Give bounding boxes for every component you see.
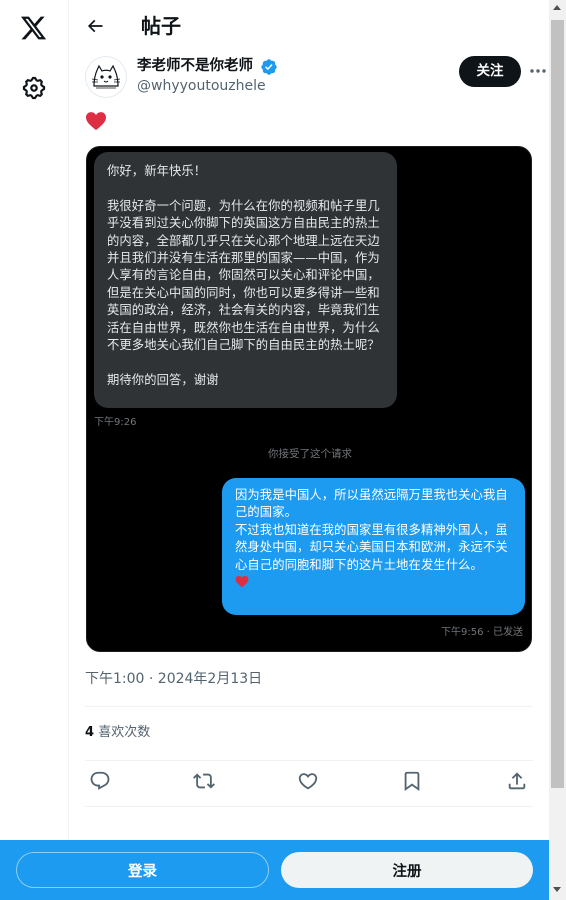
received-message-bubble: 你好，新年快乐！ 我很好奇一个问题，为什么在你的视频和帖子里几乎没看到过关心你脚…: [94, 152, 397, 408]
page-header: 帖子: [69, 0, 549, 52]
likes-label: 喜欢次数: [98, 725, 151, 740]
bookmark-icon[interactable]: [401, 770, 423, 792]
login-button[interactable]: 登录: [16, 852, 269, 888]
follow-button[interactable]: 关注: [459, 56, 521, 87]
action-bar: [69, 770, 549, 798]
likes-count: 4: [85, 725, 95, 740]
message-closing: 期待你的回答，谢谢: [107, 372, 219, 387]
message-greeting: 你好，新年快乐！: [107, 164, 207, 178]
message-body: 我很好奇一个问题，为什么在你的视频和帖子里几乎没看到过关心你脚下的英国这方自由民…: [107, 198, 380, 353]
scrollbar-thumb[interactable]: [551, 20, 564, 788]
main-column: 帖子 李老师不是你老师 @whyyoutouzhele 关注 你好，新年快乐！ …: [69, 0, 549, 900]
x-logo-icon[interactable]: [19, 14, 48, 42]
verified-badge-icon: [261, 59, 277, 75]
repost-icon[interactable]: [193, 770, 215, 792]
attached-image[interactable]: 你好，新年快乐！ 我很好奇一个问题，为什么在你的视频和帖子里几乎没看到过关心你脚…: [86, 146, 532, 652]
divider: [85, 760, 533, 761]
received-message-time: 下午9:26: [94, 417, 137, 428]
scroll-up-icon[interactable]: [553, 5, 561, 10]
sent-message-bubble: 因为我是中国人，所以虽然远隔万里我也关心我自己的国家。 不过我也知道在我的国家里…: [222, 478, 525, 615]
like-icon[interactable]: [297, 770, 319, 792]
sent-message-time: 下午9:56 · 已发送: [441, 627, 523, 638]
scroll-down-icon[interactable]: [553, 887, 561, 892]
author-row: 李老师不是你老师 @whyyoutouzhele 关注: [85, 56, 546, 100]
system-notice: 你接受了这个请求: [268, 448, 352, 460]
divider: [85, 706, 533, 707]
page-title: 帖子: [141, 14, 181, 38]
heart-emoji-icon: [235, 575, 249, 588]
reply-line-2: 不过我也知道在我的国家里有很多精神外国人，虽然身处中国，却只关心美国日本和欧洲，…: [235, 522, 508, 572]
reply-icon[interactable]: [89, 770, 111, 792]
settings-icon[interactable]: [21, 75, 47, 101]
avatar[interactable]: [85, 56, 127, 98]
author-handle[interactable]: @whyyoutouzhele: [137, 76, 266, 96]
scrollbar[interactable]: [549, 0, 566, 900]
reply-line-1: 因为我是中国人，所以虽然远隔万里我也关心我自己的国家。: [235, 488, 508, 520]
heart-emoji-icon: [86, 112, 106, 131]
bottom-signup-bar: 登录 注册: [0, 840, 549, 900]
author-name[interactable]: 李老师不是你老师: [137, 56, 253, 76]
post-timestamp[interactable]: 下午1:00 · 2024年2月13日: [85, 669, 262, 689]
more-icon[interactable]: [529, 64, 547, 78]
left-rail: [0, 0, 69, 900]
likes-stat[interactable]: 4 喜欢次数: [85, 724, 150, 742]
share-icon[interactable]: [506, 770, 528, 792]
divider: [85, 806, 533, 807]
back-arrow-icon[interactable]: [85, 16, 105, 36]
signup-button[interactable]: 注册: [281, 852, 533, 888]
